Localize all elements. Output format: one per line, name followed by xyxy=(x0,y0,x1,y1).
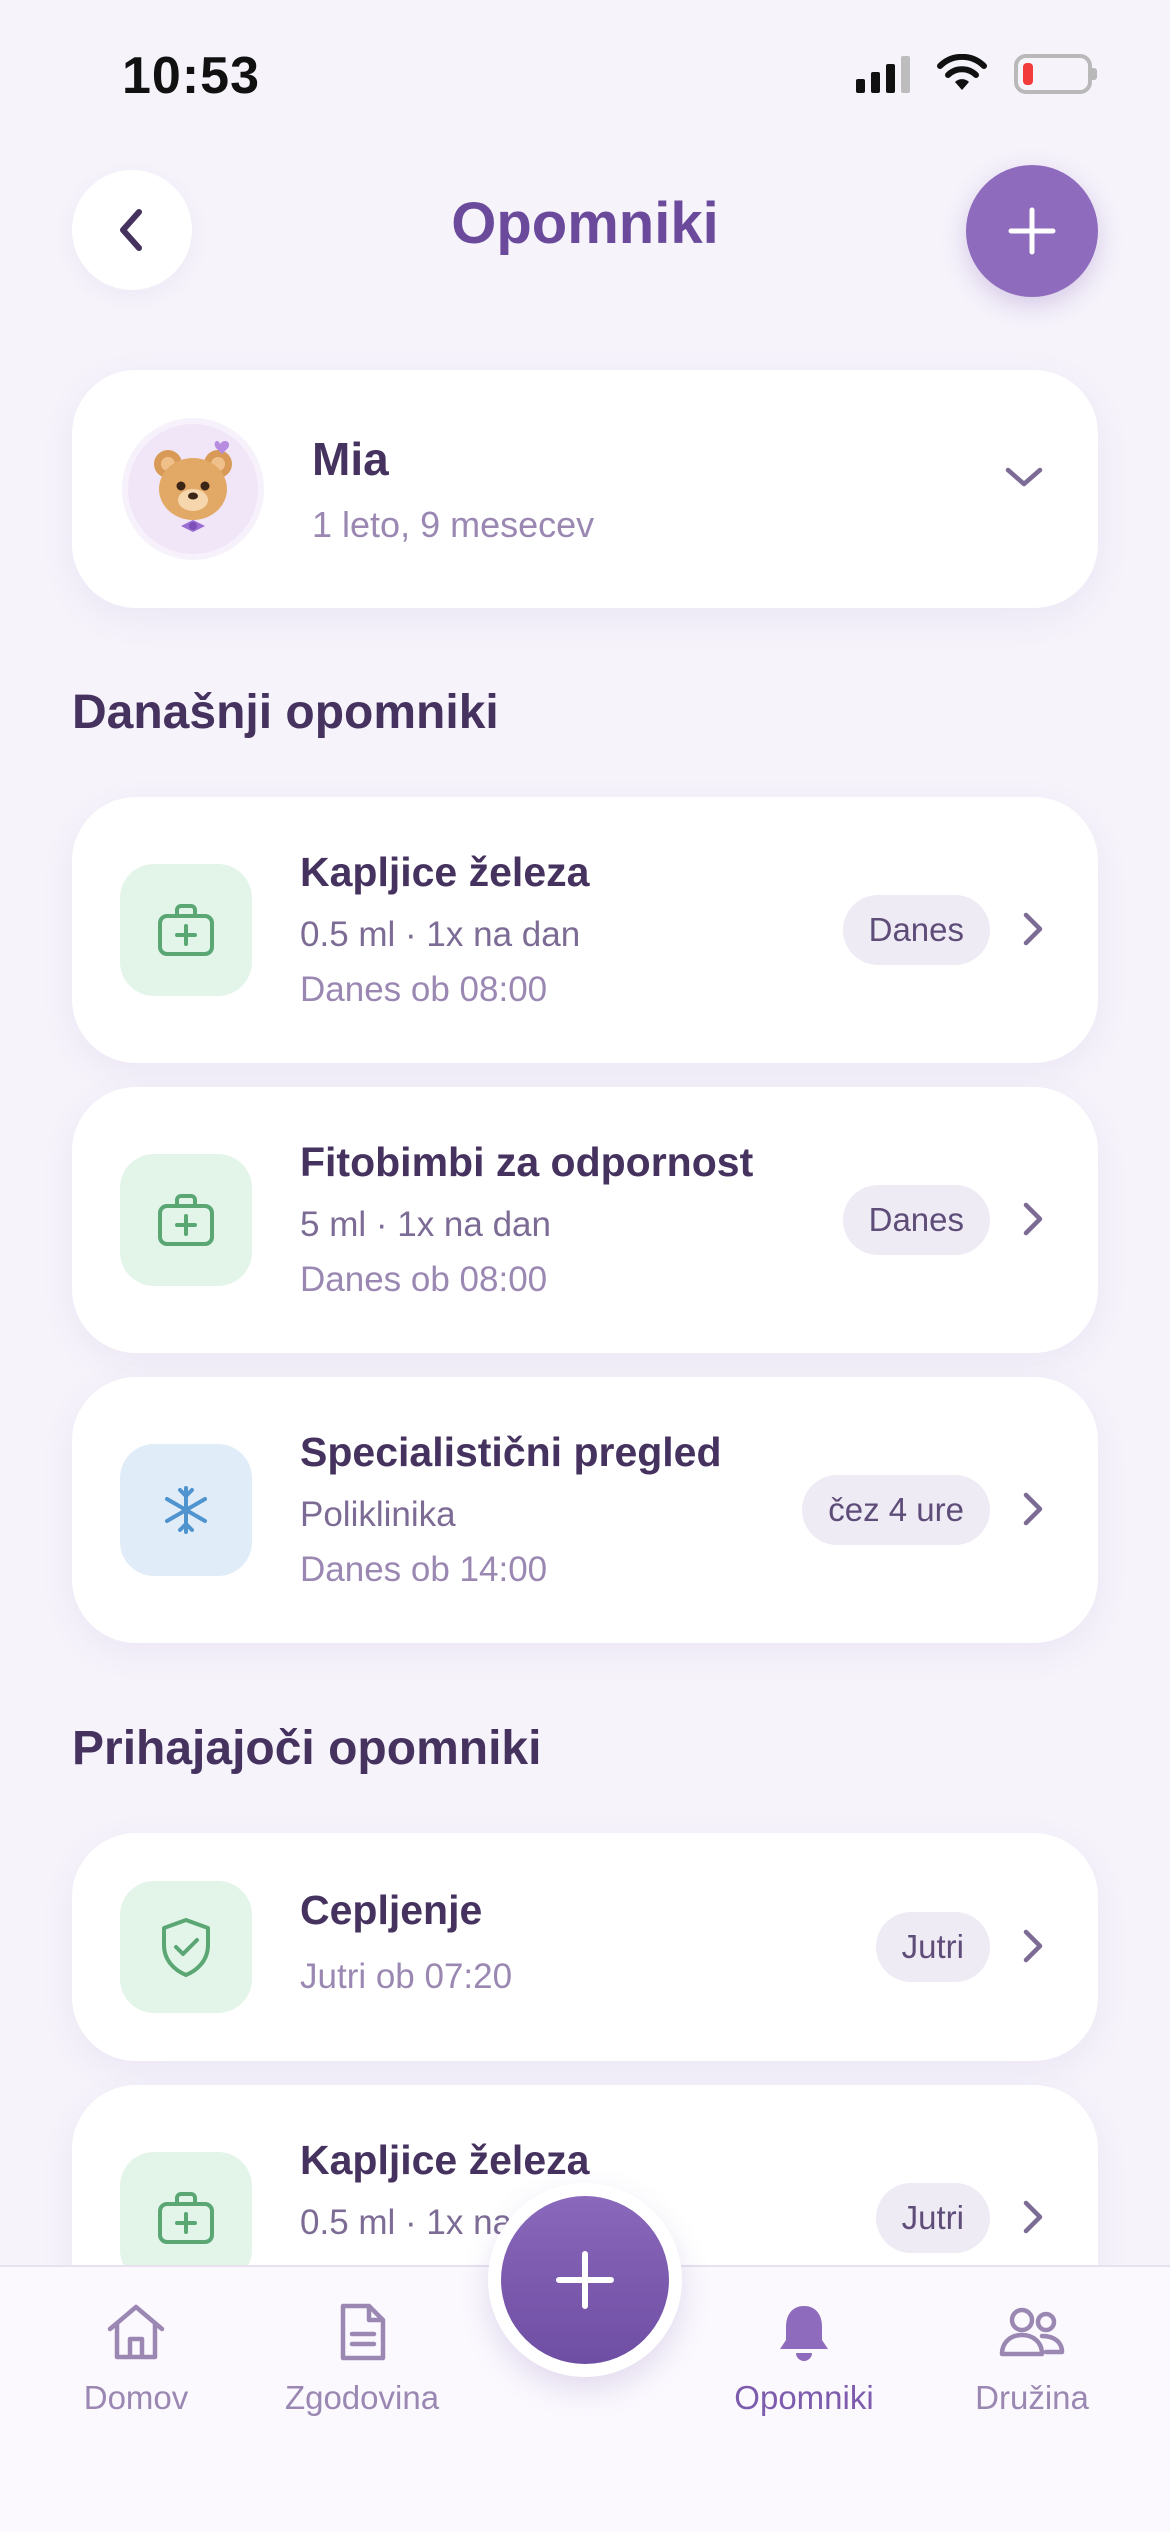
child-selector[interactable]: Mia 1 leto, 9 mesecev xyxy=(72,370,1098,608)
status-badge: Danes xyxy=(842,895,990,965)
document-icon xyxy=(340,2303,386,2361)
nav-label: Zgodovina xyxy=(284,2379,440,2416)
chevron-down-icon xyxy=(1005,467,1043,487)
medicine-kit-icon xyxy=(120,864,252,996)
teddy-bear-icon xyxy=(154,441,232,532)
child-age: 1 leto, 9 mesecev xyxy=(312,504,595,545)
chevron-right-icon xyxy=(1023,2200,1043,2234)
reminder-time: Danes ob 08:00 xyxy=(300,1260,548,1299)
plus-icon xyxy=(556,2251,614,2309)
reminder-title: Cepljenje xyxy=(300,1887,483,1933)
reminder-card[interactable]: Fitobimbi za odpornost 5 ml · 1x na dan … xyxy=(72,1087,1098,1353)
reminders-screen: 10:53 Opomniki Mia 1 leto, 9 mesecev Dan… xyxy=(0,0,1170,2532)
medical-star-icon xyxy=(120,1444,252,1576)
reminder-title: Specialistični pregled xyxy=(300,1429,722,1475)
reminder-title: Fitobimbi za odpornost xyxy=(300,1139,754,1185)
cellular-signal-icon xyxy=(856,55,910,93)
reminder-time: Jutri ob 07:20 xyxy=(300,1957,513,1996)
reminder-time: Danes ob 14:00 xyxy=(300,1550,548,1589)
chevron-right-icon xyxy=(1023,1929,1043,1963)
chevron-right-icon xyxy=(1023,1202,1043,1236)
nav-label: Opomniki xyxy=(734,2379,874,2416)
wifi-icon xyxy=(937,54,987,90)
child-name: Mia xyxy=(312,433,389,485)
status-icons xyxy=(856,54,1097,94)
add-reminder-button[interactable] xyxy=(966,165,1098,297)
floating-add-button[interactable] xyxy=(488,2183,682,2377)
nav-item-family[interactable]: Družina xyxy=(932,2297,1132,2417)
status-badge: Jutri xyxy=(875,2183,990,2253)
shield-check-icon xyxy=(120,1881,252,2013)
reminder-title: Kapljice železa xyxy=(300,849,590,895)
nav-label: Družina xyxy=(975,2379,1089,2416)
reminder-card[interactable]: Cepljenje Jutri ob 07:20 Jutri xyxy=(72,1833,1098,2061)
bell-icon xyxy=(780,2306,828,2361)
nav-item-home[interactable]: Domov xyxy=(36,2297,236,2417)
section-title-upcoming: Prihajajoči opomniki xyxy=(72,1722,542,1775)
chevron-right-icon xyxy=(1023,912,1043,946)
status-badge: čez 4 ure xyxy=(802,1475,990,1545)
status-badge: Danes xyxy=(842,1185,990,1255)
nav-label: Domov xyxy=(83,2379,189,2416)
chevron-right-icon xyxy=(1023,1492,1043,1526)
reminder-location: Poliklinika xyxy=(300,1495,456,1534)
reminder-title: Kapljice železa xyxy=(300,2137,590,2183)
medicine-kit-icon xyxy=(120,1154,252,1286)
reminder-time: Danes ob 08:00 xyxy=(300,970,548,1009)
reminder-card[interactable]: Specialistični pregled Poliklinika Danes… xyxy=(72,1377,1098,1643)
avatar xyxy=(122,418,264,560)
family-icon xyxy=(999,2307,1065,2357)
reminder-card[interactable]: Kapljice železa 0.5 ml · 1x na dan Danes… xyxy=(72,797,1098,1063)
status-time: 10:53 xyxy=(122,47,260,105)
status-badge: Jutri xyxy=(875,1912,990,1982)
reminder-dose: 0.5 ml · 1x na dan xyxy=(300,915,581,954)
reminder-dose: 0.5 ml · 1x na xyxy=(300,2203,513,2242)
battery-icon xyxy=(1014,54,1097,94)
nav-item-history[interactable]: Zgodovina xyxy=(262,2297,462,2417)
home-icon xyxy=(107,2304,165,2360)
section-title-today: Današnji opomniki xyxy=(72,686,499,739)
plus-icon xyxy=(1008,207,1056,255)
nav-item-reminders[interactable]: Opomniki xyxy=(704,2297,904,2417)
reminder-dose: 5 ml · 1x na dan xyxy=(300,1205,551,1244)
